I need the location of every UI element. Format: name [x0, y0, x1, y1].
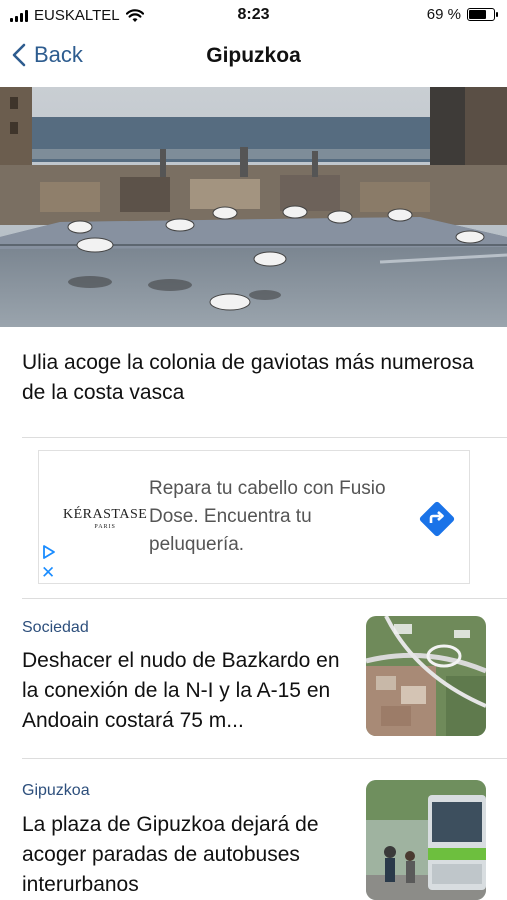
seagulls-photo	[0, 87, 507, 327]
battery-icon	[467, 8, 498, 21]
article-thumbnail[interactable]	[366, 616, 486, 736]
status-bar: EUSKALTEL 8:23 69 %	[0, 0, 507, 30]
advertisement-banner[interactable]: KÉRASTASE PARIS Repara tu cabello con Fu…	[38, 450, 470, 584]
battery-level	[469, 10, 486, 19]
hero-headline[interactable]: Ulia acoge la colonia de gaviotas más nu…	[22, 348, 482, 408]
aerial-map-image	[366, 616, 486, 736]
article-item[interactable]: Sociedad Deshacer el nudo de Bazkardo en…	[0, 598, 507, 758]
ad-text: Repara tu cabello con Fusio Dose. Encuen…	[149, 478, 386, 555]
bus-stop-image	[366, 780, 486, 900]
battery-percent: 69 %	[426, 6, 461, 23]
hero-image[interactable]	[0, 87, 507, 327]
article-title[interactable]: La plaza de Gipuzkoa dejará de acoger pa…	[22, 810, 352, 900]
ad-brand-sub: PARIS	[94, 524, 116, 530]
article-category[interactable]: Sociedad	[22, 619, 89, 637]
ad-close-icon[interactable]: ✕	[41, 564, 55, 581]
article-item[interactable]: Gipuzkoa La plaza de Gipuzkoa dejará de …	[0, 758, 507, 900]
ad-brand-name: KÉRASTASE	[63, 507, 148, 522]
ad-brand-logo: KÉRASTASE PARIS	[63, 507, 147, 530]
navigation-bar: Back Gipuzkoa	[0, 36, 507, 80]
article-thumbnail[interactable]	[366, 780, 486, 900]
status-bar-right: 69 %	[426, 6, 498, 23]
ad-choices-icon[interactable]	[41, 544, 57, 560]
ad-directions-icon[interactable]	[419, 501, 455, 537]
divider	[22, 437, 507, 438]
article-category[interactable]: Gipuzkoa	[22, 782, 90, 800]
page-title: Gipuzkoa	[206, 44, 301, 67]
article-title[interactable]: Deshacer el nudo de Bazkardo en la conex…	[22, 646, 352, 736]
